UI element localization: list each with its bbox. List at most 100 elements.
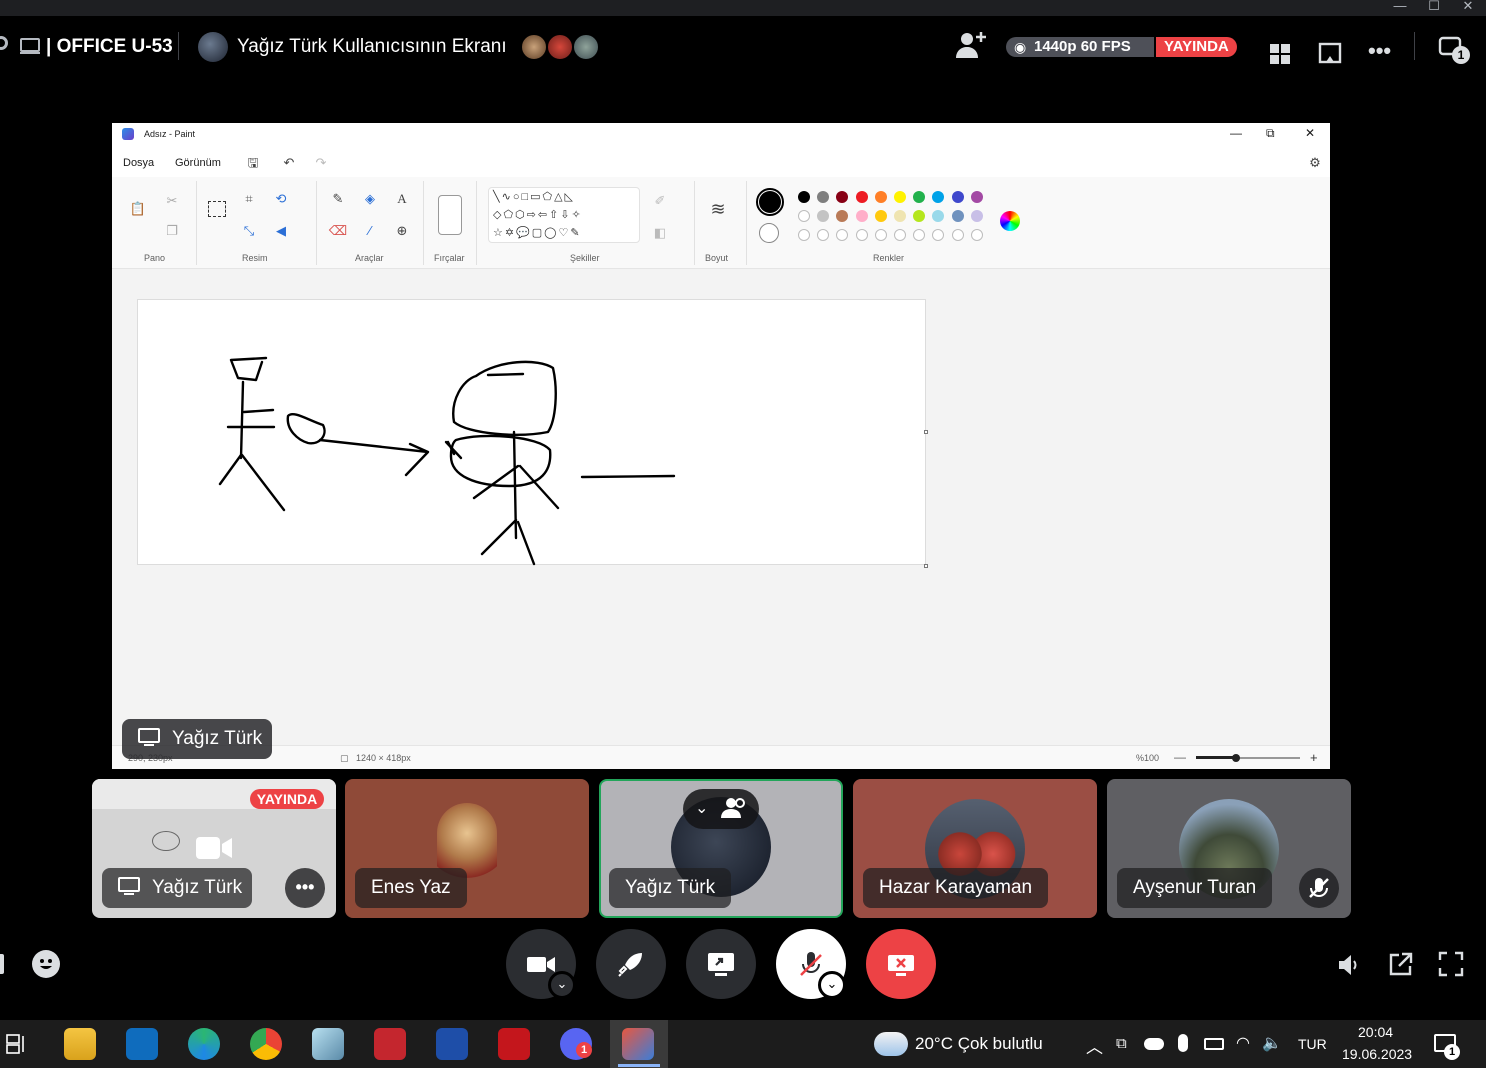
canvas-resize-handle[interactable] [924,430,928,434]
paint-restore-icon[interactable]: ⧉ [1266,126,1275,141]
grid-layout-icon[interactable] [1270,44,1290,69]
color-swatch[interactable] [817,191,830,203]
chevron-up-icon[interactable]: ︿ [1086,1033,1103,1058]
edge-icon[interactable] [188,1028,220,1060]
participant-tile-stream[interactable]: YAYINDA Yağız Türk ••• [92,779,336,918]
color-swatch[interactable] [894,191,906,203]
undo-icon[interactable]: ↶ [279,153,299,173]
canvas-resize-handle[interactable] [924,564,928,568]
select-icon[interactable] [208,201,226,217]
color-swatch[interactable] [874,210,887,222]
color-swatch[interactable] [913,229,926,241]
volume-icon[interactable] [1336,952,1362,983]
color-swatch[interactable] [932,191,945,203]
chrome-icon[interactable] [250,1028,282,1060]
color-swatch[interactable] [817,210,830,222]
color-picker-icon[interactable]: ⁄ [360,221,380,241]
color-swatch[interactable] [874,191,887,203]
color-swatch[interactable] [913,210,926,222]
color-swatch[interactable] [836,210,849,222]
color-swatch[interactable] [894,229,906,241]
disconnect-button[interactable] [866,929,936,999]
camera-options-chevron-icon[interactable]: ⌄ [548,971,576,999]
battery-icon[interactable] [1204,1038,1224,1050]
share-icon[interactable]: ⚙ [1305,153,1325,173]
wifi-icon[interactable]: ◠ [1236,1033,1250,1053]
speaker-icon[interactable]: 🔈 [1262,1033,1282,1053]
shape-fill-icon[interactable]: ◧ [650,223,670,243]
participant-tile[interactable]: Hazar Karayaman [853,779,1097,918]
meet-now-icon[interactable]: ⧉ [1116,1035,1127,1052]
autocad-icon[interactable] [374,1028,406,1060]
color-palette[interactable] [798,191,988,251]
emoji-icon[interactable] [32,950,60,978]
stream-quality-pill[interactable]: ◉ 1440p 60 FPS [1006,37,1154,57]
color1-swatch[interactable] [756,188,784,216]
viewer-avatar[interactable] [572,33,600,61]
color-swatch[interactable] [970,229,983,241]
fullscreen-icon[interactable] [1438,951,1464,982]
size-icon[interactable]: ≋ [708,199,728,219]
paint-taskbar-icon[interactable] [622,1028,654,1060]
acrobat-icon[interactable] [498,1028,530,1060]
color-swatch[interactable] [932,229,945,241]
paste-icon[interactable]: 📋 [128,199,148,219]
rotate-icon[interactable]: ⟲ [271,189,291,209]
maximize-icon[interactable]: ☐ [1416,0,1452,16]
brush-icon[interactable] [438,195,462,235]
zoom-out-icon[interactable]: — [1174,750,1186,764]
tile-hover-controls[interactable]: ⌄ [683,789,759,829]
outline-icon[interactable]: ✐ [650,191,670,211]
color-swatch[interactable] [951,210,964,222]
weather-text[interactable]: 20°C Çok bulutlu [915,1034,1043,1054]
clock-date[interactable]: 19.06.2023 [1342,1046,1412,1062]
screen-share-button[interactable] [686,929,756,999]
color-swatch[interactable] [855,210,868,222]
color-swatch[interactable] [970,191,983,203]
popout-icon[interactable] [1318,42,1342,71]
zoom-in-icon[interactable]: + [1310,750,1318,765]
pencil-icon[interactable]: ✎ [328,189,348,209]
file-explorer-icon[interactable] [64,1028,96,1060]
color-swatch[interactable] [855,229,868,241]
color-swatch[interactable] [817,229,830,241]
eraser-icon[interactable]: ⌫ [328,221,348,241]
shared-screen-paint[interactable]: Adsız - Paint — ⧉ ✕ Dosya Görünüm 🖫 ↶ ↷ … [112,123,1330,769]
minimize-icon[interactable]: — [1382,0,1418,16]
camera-button[interactable]: ⌄ [506,929,576,999]
text-icon[interactable]: A [392,189,412,209]
mail-icon[interactable] [126,1028,158,1060]
color-swatch[interactable] [951,229,964,241]
clock-time[interactable]: 20:04 [1358,1024,1393,1040]
color-swatch[interactable] [798,229,810,241]
task-view-icon[interactable] [6,1034,28,1059]
activities-button[interactable] [596,929,666,999]
onedrive-icon[interactable] [1144,1038,1164,1050]
participant-tile[interactable]: Enes Yaz [345,779,589,918]
color-swatch[interactable] [894,210,906,222]
color-swatch[interactable] [836,191,849,203]
color-swatch[interactable] [913,191,926,203]
microphone-button[interactable]: ⌄ [776,929,846,999]
menu-gorunum[interactable]: Görünüm [175,157,221,169]
redo-icon[interactable]: ↷ [311,153,331,173]
save-icon[interactable]: 🖫 [243,153,263,173]
paint-close-icon[interactable]: ✕ [1305,126,1315,140]
edit-colors-icon[interactable] [1000,211,1020,231]
color-swatch[interactable] [951,191,964,203]
shapes-gallery[interactable]: ╲∿○□▭⬠△◺ ◇⬠⬡⇨⇦⇧⇩✧ ☆✡💬▢◯♡✎ [488,187,640,243]
microphone-icon[interactable] [1178,1034,1188,1052]
menu-dosya[interactable]: Dosya [123,157,154,169]
color-swatch[interactable] [836,229,849,241]
flip-icon[interactable]: ◀ [271,221,291,241]
resize-icon[interactable]: ⤡ [239,221,259,241]
magnifier-icon[interactable]: ⊕ [392,221,412,241]
mic-options-chevron-icon[interactable]: ⌄ [818,971,846,999]
zoom-slider-thumb[interactable] [1232,754,1240,762]
drawing-canvas[interactable] [137,299,926,566]
close-icon[interactable]: ✕ [1450,0,1486,16]
chevron-down-icon[interactable]: ⌄ [695,798,708,818]
color-swatch[interactable] [798,210,810,222]
activity-icon[interactable] [0,954,4,974]
cut-icon[interactable]: ✂ [162,191,182,211]
